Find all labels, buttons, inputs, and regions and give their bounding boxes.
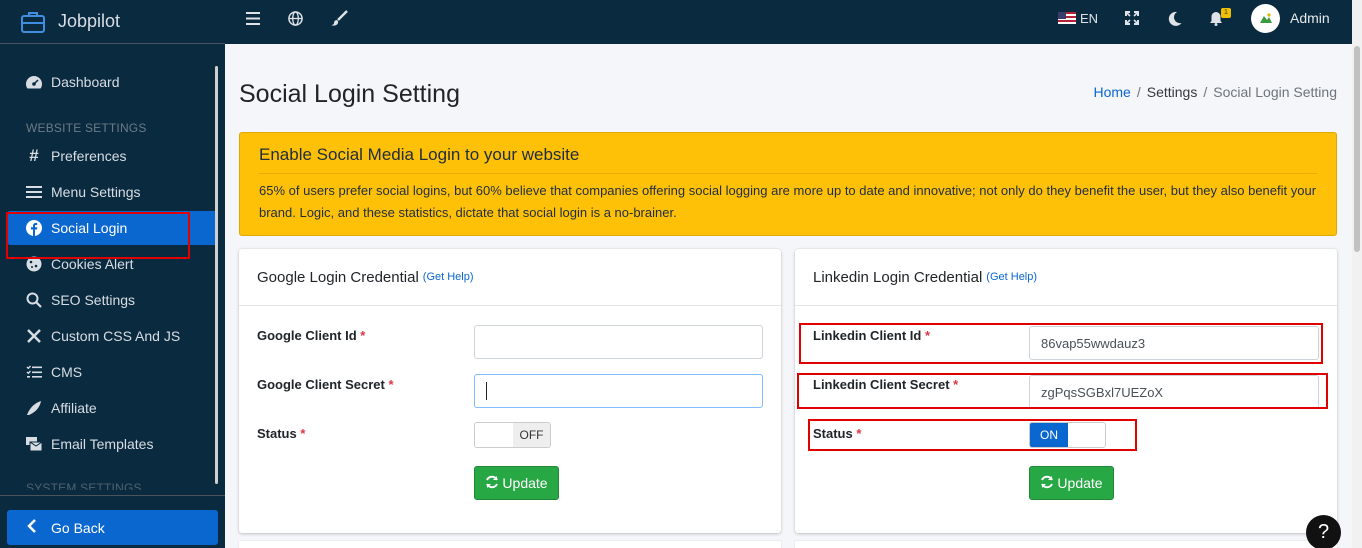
linkedin-update-button[interactable]: Update xyxy=(1029,466,1114,500)
text-caret xyxy=(486,382,487,400)
tools-icon xyxy=(24,328,44,344)
fullscreen-icon[interactable] xyxy=(1125,0,1139,36)
refresh-icon xyxy=(485,475,499,492)
sidebar-nav: Dashboard WEBSITE SETTINGS # Preferences… xyxy=(0,44,225,490)
sidebar-item-label: Dashboard xyxy=(51,74,120,90)
breadcrumb-settings: Settings xyxy=(1146,84,1198,100)
alert-text: 65% of users prefer social logins, but 6… xyxy=(259,183,1317,220)
search-icon xyxy=(24,292,44,308)
notification-badge: 1 xyxy=(1221,8,1231,18)
help-button[interactable]: ? xyxy=(1306,515,1341,548)
next-card-edge xyxy=(795,541,1337,548)
us-flag-icon xyxy=(1058,12,1076,24)
briefcase-icon xyxy=(20,9,46,35)
label-text: Google Client Secret xyxy=(257,377,385,392)
sidebar-item-custom-css-js[interactable]: Custom CSS And JS xyxy=(8,319,217,353)
highlight-box-social-login xyxy=(6,212,190,259)
breadcrumb-separator: / xyxy=(1203,84,1208,100)
section-header-website: WEBSITE SETTINGS xyxy=(26,121,147,135)
topbar: EN 1 Admin xyxy=(225,0,1362,44)
page-title: Social Login Setting xyxy=(239,80,460,108)
next-card-edge xyxy=(239,541,781,548)
sidebar-item-label: Affiliate xyxy=(51,400,97,416)
sidebar-divider xyxy=(0,495,225,496)
breadcrumb-current: Social Login Setting xyxy=(1213,84,1337,100)
highlight-box-linkedin-client-id xyxy=(799,323,1323,364)
card-title: Linkedin Login Credential xyxy=(813,268,983,286)
update-label: Update xyxy=(502,475,548,491)
required-mark: * xyxy=(300,426,306,441)
sidebar-item-preferences[interactable]: # Preferences xyxy=(8,139,217,173)
required-mark: * xyxy=(360,328,366,343)
get-help-link[interactable]: (Get Help) xyxy=(423,271,474,283)
google-client-secret-label: Google Client Secret * xyxy=(257,377,394,392)
sidebar-item-affiliate[interactable]: Affiliate xyxy=(8,391,217,425)
get-help-link[interactable]: (Get Help) xyxy=(986,271,1037,283)
sidebar-item-label: Custom CSS And JS xyxy=(51,328,181,344)
google-client-id-input[interactable] xyxy=(474,325,763,359)
moon-icon[interactable] xyxy=(1168,0,1182,36)
brand-name: Jobpilot xyxy=(58,11,121,31)
sidebar-item-label: Preferences xyxy=(51,148,127,164)
list-check-icon xyxy=(24,365,44,379)
brand[interactable]: Jobpilot xyxy=(0,0,225,44)
card-header: Google Login Credential (Get Help) xyxy=(239,249,781,306)
sidebar-item-email-templates[interactable]: Email Templates xyxy=(8,427,217,461)
go-back-label: Go Back xyxy=(51,519,105,536)
mail-bulk-icon xyxy=(24,436,44,452)
bell-icon[interactable] xyxy=(1209,0,1223,36)
globe-icon[interactable] xyxy=(288,0,303,36)
info-alert: Enable Social Media Login to your websit… xyxy=(239,132,1337,236)
avatar xyxy=(1251,3,1280,33)
sidebar-scrollbar[interactable] xyxy=(215,66,218,484)
sidebar-item-menu-settings[interactable]: Menu Settings xyxy=(8,175,217,209)
go-back-button[interactable]: Go Back xyxy=(7,510,218,545)
breadcrumb-home-link[interactable]: Home xyxy=(1094,84,1131,100)
highlight-box-linkedin-client-secret xyxy=(797,373,1328,409)
breadcrumb-separator: / xyxy=(1136,84,1141,100)
language-selector[interactable]: EN xyxy=(1058,0,1098,36)
page-scrollbar[interactable] xyxy=(1352,0,1362,548)
google-client-secret-input[interactable] xyxy=(474,374,763,408)
google-update-button[interactable]: Update xyxy=(474,466,559,500)
google-status-toggle[interactable]: OFF xyxy=(474,422,551,448)
google-login-card: Google Login Credential (Get Help) Googl… xyxy=(239,249,781,533)
google-status-label: Status * xyxy=(257,426,305,441)
highlight-box-linkedin-status xyxy=(808,419,1137,451)
sidebar: Jobpilot Dashboard WEBSITE SETTINGS # Pr… xyxy=(0,0,225,548)
sidebar-item-label: Menu Settings xyxy=(51,184,141,200)
label-text: Google Client Id xyxy=(257,328,357,343)
affiliate-icon xyxy=(24,400,44,416)
sidebar-item-seo-settings[interactable]: SEO Settings xyxy=(8,283,217,317)
sidebar-item-label: SEO Settings xyxy=(51,292,136,308)
required-mark: * xyxy=(388,377,394,392)
label-text: Status xyxy=(257,426,297,441)
hash-icon: # xyxy=(29,146,39,165)
toggle-off-label: OFF xyxy=(513,423,550,447)
dashboard-icon xyxy=(24,74,44,90)
bars-icon xyxy=(24,185,44,199)
scrollbar-thumb[interactable] xyxy=(1354,46,1360,252)
sidebar-item-cms[interactable]: CMS xyxy=(8,355,217,389)
sidebar-item-label: CMS xyxy=(51,364,83,380)
card-header: Linkedin Login Credential (Get Help) xyxy=(795,249,1337,306)
brush-icon[interactable] xyxy=(330,0,348,36)
refresh-icon xyxy=(1040,475,1054,492)
toggle-handle xyxy=(475,423,513,447)
alert-title: Enable Social Media Login to your websit… xyxy=(259,145,1317,174)
user-menu[interactable]: Admin xyxy=(1251,0,1330,36)
update-label: Update xyxy=(1057,475,1103,491)
breadcrumb: Home / Settings / Social Login Setting xyxy=(1094,84,1338,100)
user-name: Admin xyxy=(1290,10,1330,26)
card-title: Google Login Credential xyxy=(257,268,419,286)
google-client-id-label: Google Client Id * xyxy=(257,328,365,343)
section-header-system: SYSTEM SETTINGS xyxy=(26,481,142,490)
menu-icon[interactable] xyxy=(246,0,260,36)
chevron-left-icon xyxy=(27,519,37,536)
sidebar-item-label: Email Templates xyxy=(51,436,154,452)
sidebar-item-dashboard[interactable]: Dashboard xyxy=(8,65,217,99)
language-label: EN xyxy=(1080,10,1099,26)
